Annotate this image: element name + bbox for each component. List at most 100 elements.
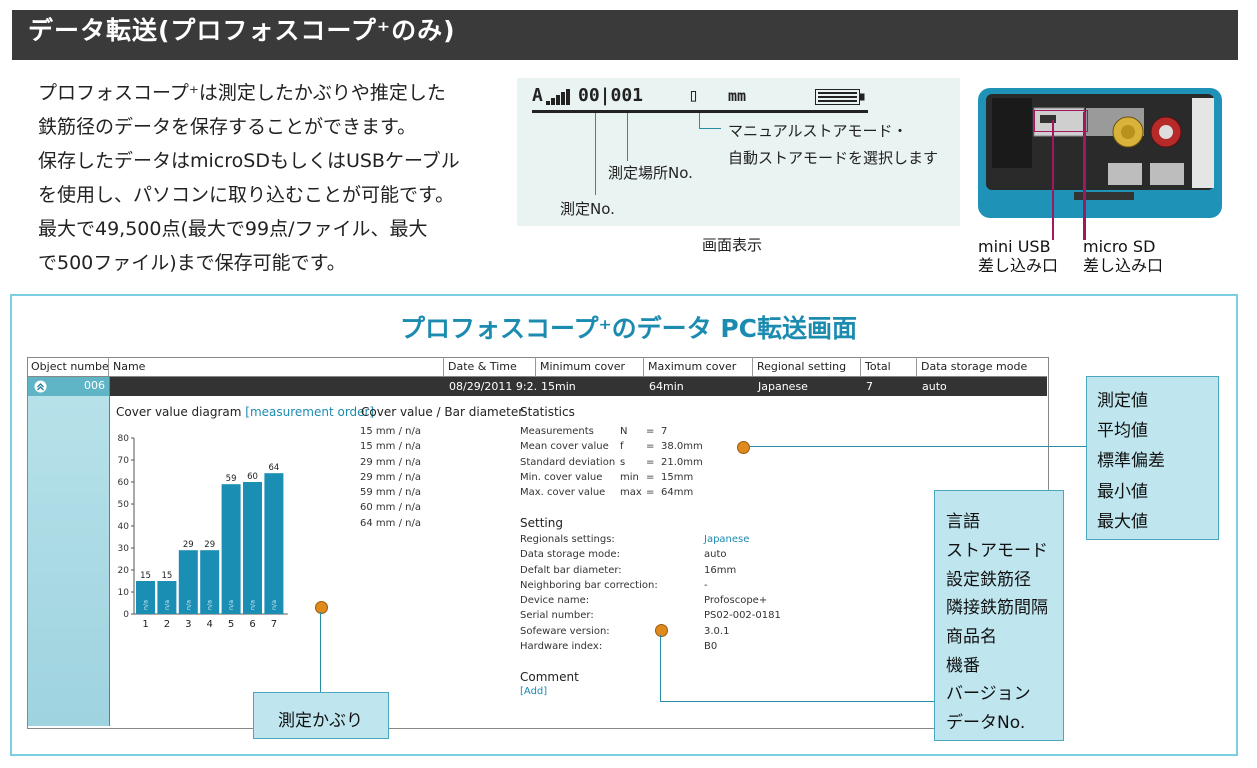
cover-leader-line [320,612,321,692]
lcd-caption: 画面表示 [702,236,763,254]
column-total[interactable]: Total [861,357,917,376]
lcd-underline [532,110,868,113]
cover-list-item: 59 mm / n/a [360,487,421,499]
stat-value: 64mm [661,487,694,499]
setting-title: Setting [520,516,563,530]
setting-label: Serial number: [520,610,594,622]
y-tick-label: 10 [118,588,130,598]
column-name[interactable]: Name [109,357,444,376]
leader-line [699,128,721,129]
stat-row: Standard deviation s = 21.0mm [520,455,720,470]
table-header: Object number Name Date & Time Minimum c… [27,357,1047,376]
bar-value-label: 64 [268,463,279,473]
setting-value: 16mm [704,564,737,576]
leader-line [595,113,596,195]
bar-value-label: 59 [226,474,237,484]
column-regional-setting[interactable]: Regional setting [753,357,861,376]
cover-list-item: 29 mm / n/a [360,471,421,483]
stat-equals: = [646,471,655,483]
stat-equals: = [646,456,655,468]
intro-paragraph: プロフォスコープ⁺は測定したかぶりや推定した 鉄筋径のデータを保存することができ… [38,76,508,280]
callout-item: 機番 [946,656,980,676]
diagram-title: Cover value diagram [measurement order] [116,405,374,419]
y-tick-label: 0 [123,610,129,620]
bar-inner-label: n/a [142,600,150,610]
cover-list-title: Cover value / Bar diameter [361,405,524,419]
callout-item: 平均値 [1097,421,1148,441]
stat-row: Measurements N = 7 [520,424,720,439]
section-title: データ転送(プロフォスコープ⁺のみ) [28,16,456,45]
cover-list-item: 64 mm / n/a [360,517,421,529]
callout-item: ストアモード [946,541,1048,561]
setting-value: B0 [704,641,718,653]
column-data-storage-mode[interactable]: Data storage mode [917,357,1047,376]
note-place: 測定場所No. [608,164,693,182]
stats-callout: 測定値 平均値 標準偏差 最小値 最大値 [1086,376,1219,540]
device-photo [978,88,1222,218]
leader-line [699,113,700,128]
stat-symbol: max [620,487,642,499]
measurement-order-link[interactable]: [measurement order] [245,405,374,419]
setting-row: Data storage mode: auto [520,547,800,562]
stat-value: 21.0mm [661,456,703,468]
callout-item: 測定値 [1097,391,1148,411]
bar [221,484,241,614]
column-date-time[interactable]: Date & Time [444,357,536,376]
y-tick-label: 70 [118,456,130,466]
bar-inner-label: n/a [227,600,235,610]
usb-label-line1: mini USB [978,237,1051,256]
stat-label: Min. cover value [520,471,603,483]
intro-line: 保存したデータはmicroSDもしくはUSBケーブル [38,150,460,172]
bar-inner-label: n/a [184,600,192,610]
setting-value: auto [704,549,727,561]
cover-list-item: 15 mm / n/a [360,441,421,453]
sd-label: micro SD 差し込み口 [1083,237,1163,275]
stat-row: Mean cover value f = 38.0mm [520,439,720,454]
object-row-selected[interactable]: 006 [28,377,109,396]
note-meas: 測定No. [560,200,615,218]
cover-list-item: 15 mm / n/a [360,426,421,437]
cell-name [110,377,445,396]
y-tick-label: 60 [118,478,130,488]
leader-line [627,113,628,161]
setting-value: Japanese [704,534,750,545]
x-tick-label: 3 [185,619,191,630]
expand-icon[interactable] [34,380,47,393]
column-maximum-cover[interactable]: Maximum cover [644,357,753,376]
column-minimum-cover[interactable]: Minimum cover [536,357,644,376]
add-comment-link[interactable]: [Add] [520,686,547,697]
bar-inner-label: n/a [206,600,214,610]
callout-item: 標準偏差 [1097,451,1165,471]
statistics-title: Statistics [520,405,575,419]
stats-marker-dot [737,441,750,454]
battery-icon [815,89,865,105]
settings-leader-line [660,635,661,702]
intro-line: 最大で49,500点(最大で99点/ファイル、最大 [38,218,428,240]
settings-callout: 言語 ストアモード 設定鉄筋径 隣接鉄筋間隔 商品名 機番 バージョン データN… [934,490,1064,741]
intro-line: で500ファイル)まで保存可能です。 [38,252,346,274]
cell-min: 15min [541,380,576,393]
setting-label: Hardware index: [520,641,603,653]
callout-item: 言語 [946,512,980,532]
callout-item: 最小値 [1097,482,1148,502]
column-object-number[interactable]: Object number [27,357,109,376]
cover-list-item: 29 mm / n/a [360,456,421,468]
callout-item: 測定かぶり [278,711,363,731]
cover-list: 15 mm / n/a 15 mm / n/a 29 mm / n/a 29 m… [360,424,421,531]
x-tick-label: 5 [228,619,234,630]
table-row[interactable]: 08/29/2011 9:2... 15min 64min Japanese 7… [110,377,1047,396]
setting-row: Neighboring bar correction: - [520,578,800,593]
setting-row: Serial number: PS02-002-0181 [520,608,800,623]
setting-label: Defalt bar diameter: [520,564,622,576]
lcd-readout: A 00|001 ▯ mm [532,85,868,109]
stat-symbol: s [620,456,626,468]
stat-value: 15mm [661,471,694,483]
comment-title: Comment [520,670,579,684]
sd-label-line2: 差し込み口 [1083,256,1164,275]
stat-label: Measurements [520,426,594,437]
setting-label: Sofeware version: [520,625,610,637]
object-number: 006 [84,379,105,392]
lcd-counter: 00|001 [578,85,644,106]
bar [264,473,284,614]
stat-symbol: N [620,426,628,437]
